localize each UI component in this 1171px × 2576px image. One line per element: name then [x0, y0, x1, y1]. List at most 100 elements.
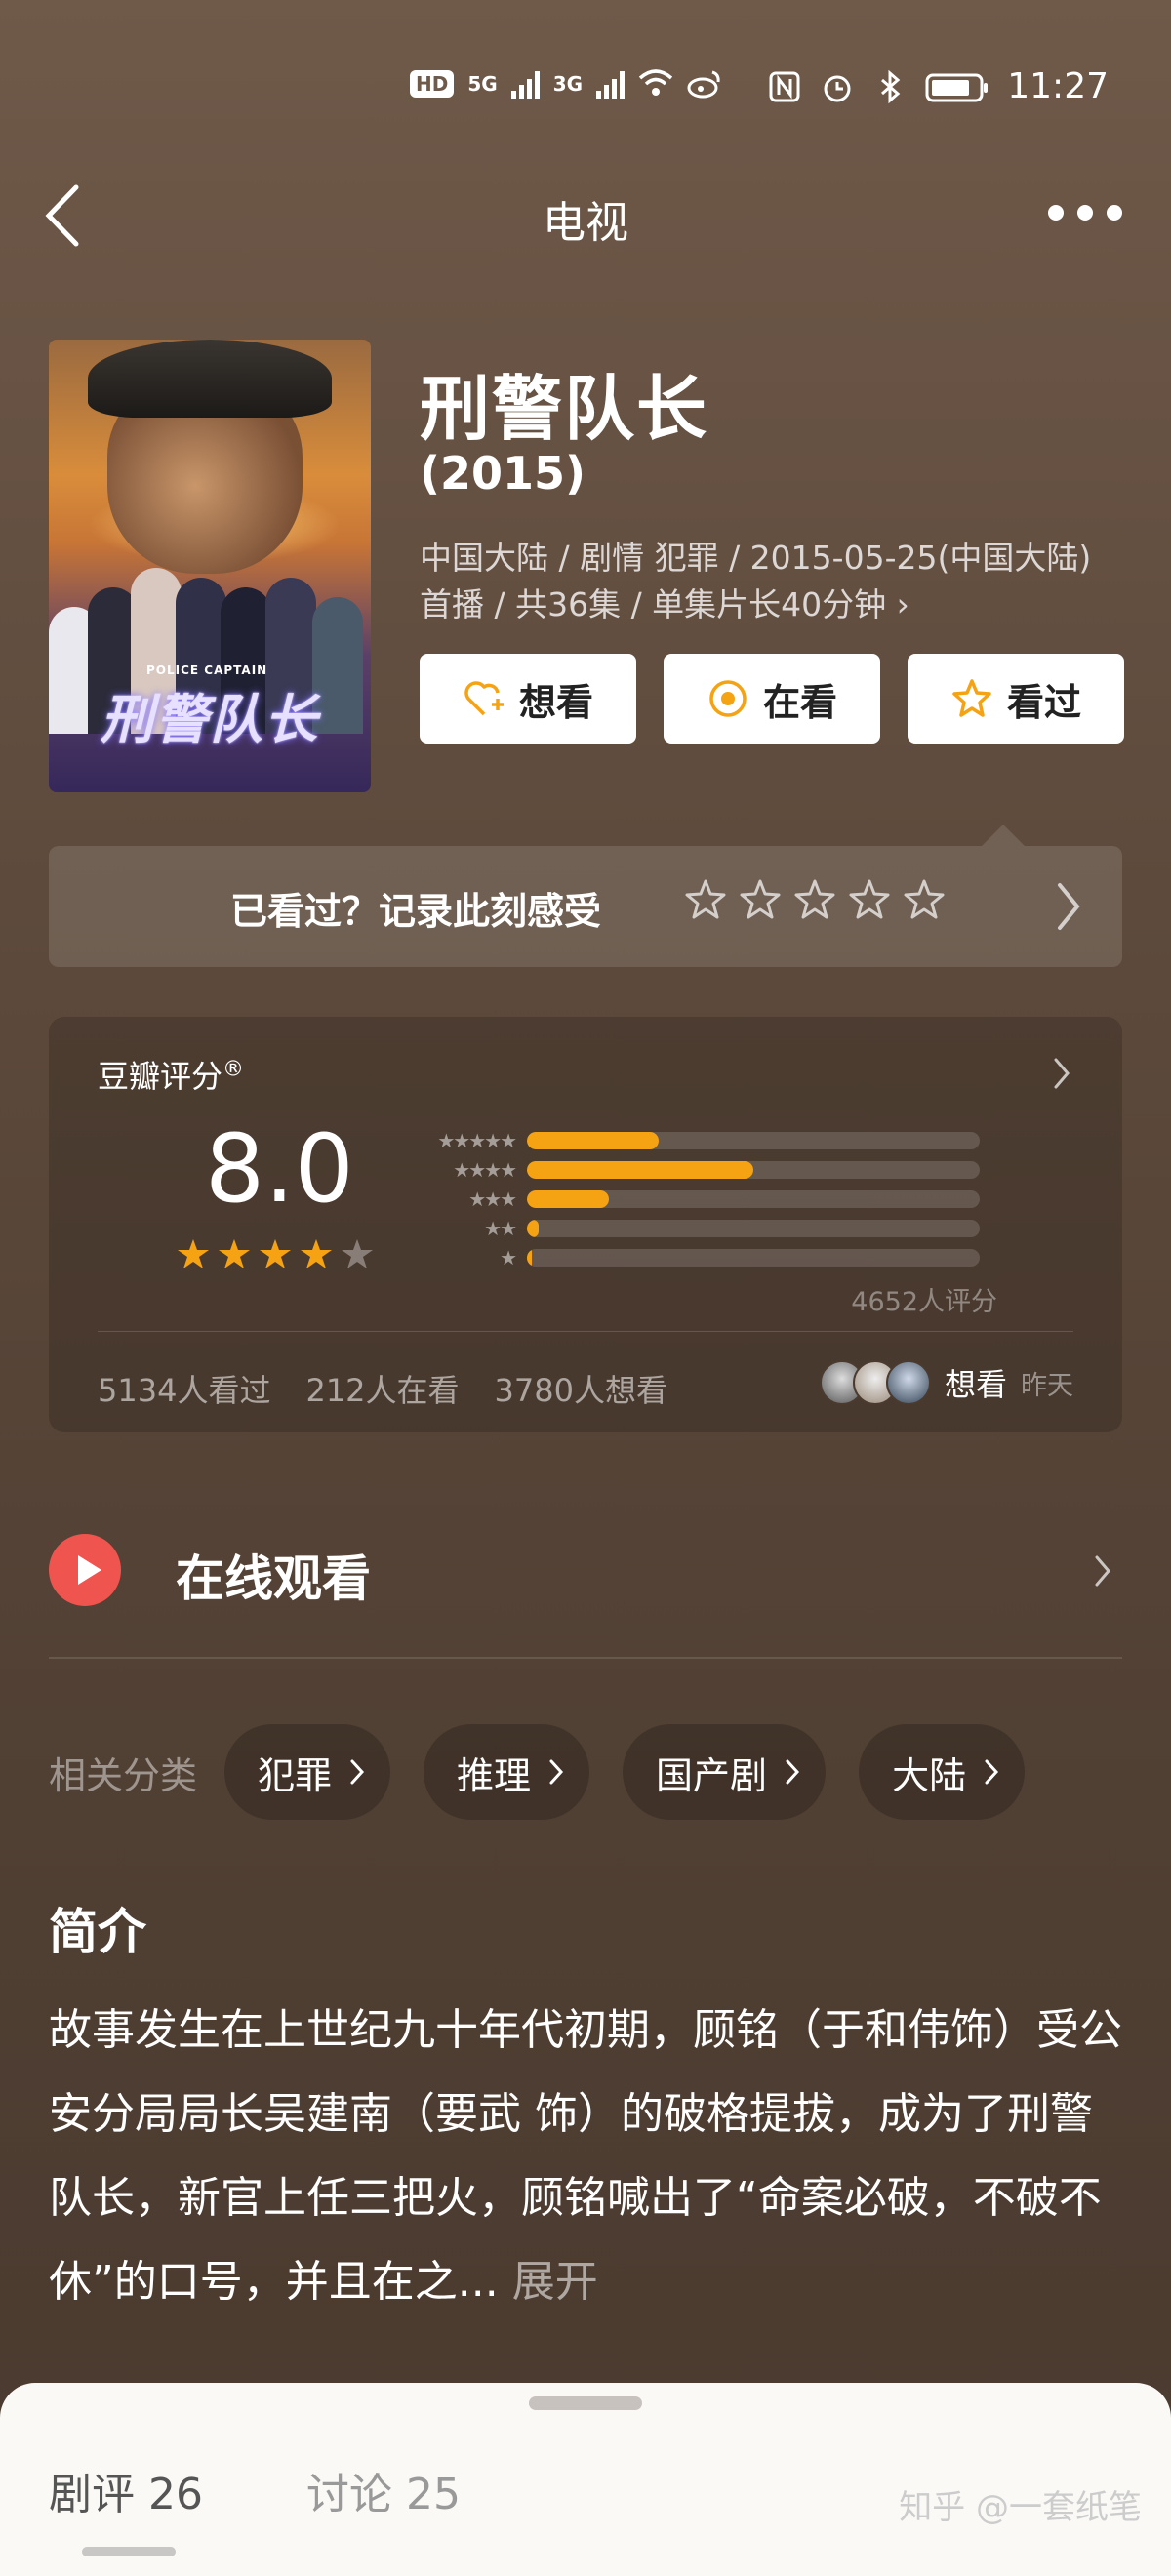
- rating-bar-track: [527, 1249, 980, 1267]
- signal-icon: [596, 69, 626, 99]
- categories-label: 相关分类: [49, 1753, 198, 1797]
- rating-bar-stars: ★★: [484, 1217, 517, 1240]
- rating-bar-fill: [527, 1132, 659, 1149]
- avatar: [885, 1360, 931, 1405]
- meta-line: 首播 / 共36集 / 单集片长40分钟 ›: [420, 585, 909, 624]
- want-count: 3780人想看: [494, 1372, 667, 1409]
- more-options-icon[interactable]: [1048, 205, 1122, 221]
- rating-bar-stars: ★★★★★: [437, 1129, 517, 1152]
- rating-bar-stars: ★★★: [468, 1187, 517, 1211]
- watching-button[interactable]: 在看: [664, 654, 880, 744]
- meta-line: 中国大陆 / 剧情 犯罪 / 2015-05-25(中国大陆): [420, 539, 1092, 577]
- rating-stars-input[interactable]: [683, 877, 947, 922]
- rating-bar-fill: [527, 1161, 753, 1179]
- want-label: 想看: [518, 680, 593, 724]
- rating-bar-stars: ★: [500, 1246, 517, 1269]
- wifi-icon: [638, 69, 673, 96]
- watched-button[interactable]: 看过: [908, 654, 1124, 744]
- network-indicators: HD 5G 3G: [410, 66, 722, 101]
- play-icon: [49, 1534, 121, 1606]
- top-nav: 电视: [0, 176, 1171, 254]
- intro-text: 故事发生在上世纪九十年代初期，顾铭（于和伟饰）受公安分局局长吴建南（要武 饰）的…: [49, 1989, 1132, 2324]
- star-filled-icon: [301, 1239, 332, 1268]
- douban-score-card[interactable]: 豆瓣评分® 8.0 ★★★★★ ★★★★ ★★★ ★★ ★ 4652人评分 5134人看…: [49, 1017, 1122, 1432]
- star-outline-icon[interactable]: [738, 877, 783, 922]
- star-outline-icon[interactable]: [792, 877, 837, 922]
- star-outline-icon[interactable]: [683, 877, 728, 922]
- category-tag[interactable]: 推理: [424, 1724, 590, 1820]
- watching-label: 在看: [762, 680, 837, 724]
- watching-icon: [709, 680, 747, 717]
- hd-badge: HD: [410, 70, 455, 98]
- score-stars: [176, 1237, 375, 1272]
- show-meta[interactable]: 中国大陆 / 剧情 犯罪 / 2015-05-25(中国大陆) 首播 / 共36…: [420, 535, 1132, 628]
- tab-reviews[interactable]: 剧评 26: [49, 2459, 203, 2521]
- network-5g-label: 5G: [467, 72, 498, 96]
- chevron-right-icon: [1054, 1058, 1070, 1089]
- drag-handle[interactable]: [529, 2396, 642, 2410]
- divider: [49, 1657, 1122, 1659]
- weibo-icon: [687, 70, 720, 99]
- rating-bar-track: [527, 1161, 980, 1179]
- clock: 11:27: [1007, 66, 1109, 106]
- nfc-icon: [769, 71, 800, 101]
- battery-icon: [925, 73, 989, 101]
- category-tag[interactable]: 大陆: [859, 1724, 1026, 1820]
- star-icon: [952, 679, 991, 717]
- bluetooth-icon: [881, 69, 901, 103]
- page-title: 电视: [543, 198, 628, 248]
- star-outline-icon[interactable]: [847, 877, 892, 922]
- watched-label: 看过: [1006, 680, 1081, 724]
- rating-distribution: ★★★★★ ★★★★ ★★★ ★★ ★: [410, 1126, 995, 1272]
- show-year: (2015): [420, 447, 586, 500]
- audience-stats: 5134人看过 212人在看 3780人想看: [98, 1366, 667, 1411]
- chevron-right-icon: [1095, 1555, 1110, 1587]
- poster-logo: 刑警队长: [101, 689, 319, 750]
- online-watch-row[interactable]: 在线观看: [49, 1518, 1122, 1626]
- friend-avatars: [819, 1360, 931, 1405]
- category-tag[interactable]: 犯罪: [224, 1724, 391, 1820]
- rating-bar-track: [527, 1132, 980, 1149]
- watched-count: 5134人看过: [98, 1372, 271, 1409]
- rating-bar-row: ★★★: [410, 1185, 995, 1214]
- chevron-right-icon: [786, 1759, 800, 1785]
- want-button[interactable]: 想看: [420, 654, 636, 744]
- chevron-right-icon: [1058, 883, 1080, 930]
- friend-activity[interactable]: 想看 昨天: [819, 1360, 1073, 1405]
- rating-bar-track: [527, 1220, 980, 1237]
- rating-bar-fill: [527, 1190, 609, 1208]
- signal-icon: [510, 69, 540, 99]
- chevron-right-icon: [985, 1759, 999, 1785]
- friend-action: 想看: [944, 1366, 1007, 1403]
- rate-prompt[interactable]: 已看过？记录此刻感受: [49, 825, 1122, 967]
- reviews-sheet[interactable]: 剧评 26 讨论 25 知乎 @一套纸笔: [0, 2383, 1171, 2576]
- divider: [98, 1331, 1073, 1332]
- system-indicators: 11:27: [767, 66, 1109, 106]
- heart-plus-icon: [464, 681, 504, 716]
- tab-discussions[interactable]: 讨论 25: [306, 2459, 461, 2521]
- star-filled-icon: [260, 1239, 291, 1268]
- rating-bar-row: ★★★★★: [410, 1126, 995, 1155]
- status-bar: HD 5G 3G 11:27: [0, 59, 1171, 117]
- mark-actions: 想看 在看 看过: [420, 654, 1124, 744]
- tab-indicator: [82, 2547, 176, 2556]
- online-watch-label: 在线观看: [176, 1550, 371, 1607]
- alarm-icon: [824, 75, 851, 101]
- show-title: 刑警队长: [420, 368, 709, 450]
- star-outline-icon[interactable]: [902, 877, 947, 922]
- category-tag[interactable]: 国产剧: [623, 1724, 827, 1820]
- rating-bar-fill: [527, 1249, 532, 1267]
- watermark: 知乎 @一套纸笔: [899, 2488, 1142, 2527]
- related-categories: 相关分类 犯罪 推理 国产剧 大陆: [49, 1723, 1171, 1821]
- rating-bar-row: ★★★★: [410, 1155, 995, 1185]
- rating-bar-row: ★★: [410, 1214, 995, 1243]
- intro-heading: 简介: [49, 1904, 146, 1960]
- chevron-right-icon: [350, 1759, 365, 1785]
- rating-count: 4652人评分: [851, 1287, 997, 1317]
- score-label: 豆瓣评分®: [98, 1057, 245, 1095]
- rate-prompt-text: 已看过？记录此刻感受: [230, 890, 602, 933]
- watching-count: 212人在看: [305, 1372, 460, 1409]
- star-filled-icon: [178, 1239, 209, 1268]
- expand-link[interactable]: 展开: [499, 2257, 598, 2307]
- poster-image[interactable]: POLICE CAPTAIN 刑警队长: [49, 340, 371, 792]
